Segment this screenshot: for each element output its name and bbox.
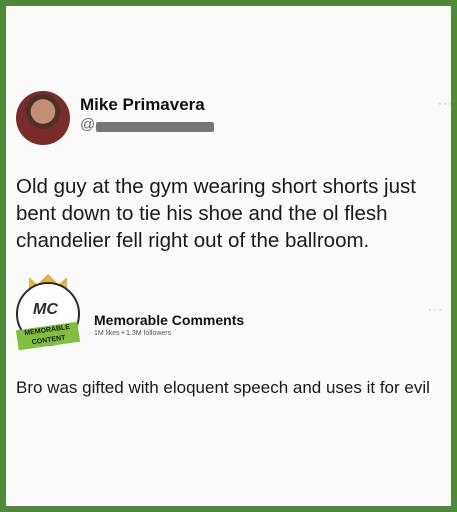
tweet-author-avatar[interactable]	[16, 91, 70, 145]
more-options-icon[interactable]: ···	[438, 96, 453, 110]
tweet-author-handle[interactable]: @	[80, 116, 95, 133]
more-options-icon[interactable]: ···	[428, 302, 443, 316]
mc-logo-text: MC	[33, 301, 58, 318]
comment-author-meta: 1M likes • 1.3M followers	[94, 330, 172, 337]
comment-text: Bro was gifted with eloquent speech and …	[16, 378, 430, 397]
screenshot-frame: Mike Primavera @ ··· Old guy at the gym …	[0, 0, 457, 512]
handle-redaction	[96, 122, 214, 132]
tweet-text: Old guy at the gym wearing short shorts …	[16, 175, 416, 252]
comment-author-name[interactable]: Memorable Comments	[94, 312, 244, 328]
tweet-author-name[interactable]: Mike Primavera	[80, 95, 205, 115]
